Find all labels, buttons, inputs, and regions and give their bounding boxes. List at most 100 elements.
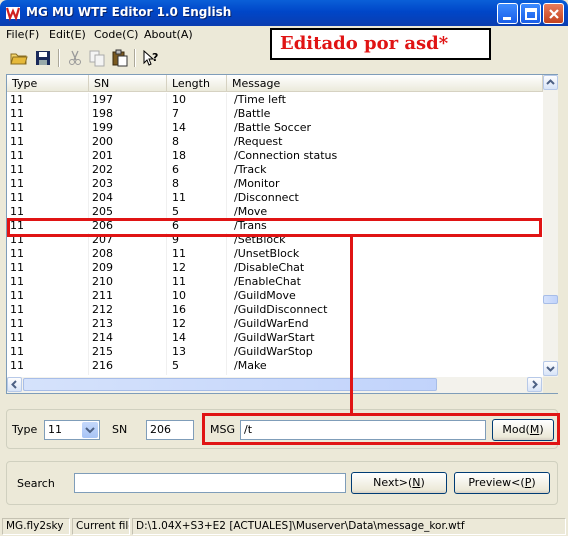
cell-type: 11: [10, 163, 24, 176]
horizontal-scroll-thumb[interactable]: [23, 378, 437, 391]
horizontal-scrollbar[interactable]: [7, 377, 543, 393]
column-type[interactable]: Type: [7, 75, 89, 92]
cell-type: 11: [10, 275, 24, 288]
scroll-up-button[interactable]: [543, 75, 558, 90]
preview-button-label: Preview<(: [468, 476, 525, 489]
table-row[interactable]: 11 215 13/GuildWarStop: [7, 345, 543, 359]
column-sn[interactable]: SN: [89, 75, 167, 92]
cell-type: 11: [10, 303, 24, 316]
cell-sn: 198: [92, 107, 113, 120]
preview-button-close: ): [531, 476, 536, 489]
menu-file[interactable]: File(F): [6, 28, 39, 41]
cell-type: 11: [10, 149, 24, 162]
table-row[interactable]: 11 210 11/EnableChat: [7, 275, 543, 289]
cell-type: 11: [10, 261, 24, 274]
next-button[interactable]: Next>(N): [351, 472, 447, 494]
search-label: Search: [17, 477, 55, 490]
title-bar[interactable]: MG MU WTF Editor 1.0 English: [0, 0, 568, 26]
table-row[interactable]: 11 200 8/Request: [7, 135, 543, 149]
table-row[interactable]: 11 211 10/GuildMove: [7, 289, 543, 303]
cell-message: /DisableChat: [234, 261, 305, 274]
chevron-right-icon: [532, 380, 538, 389]
cell-message: /GuildDisconnect: [234, 303, 328, 316]
menu-edit[interactable]: Edit(E): [49, 28, 86, 41]
type-select[interactable]: 11: [44, 420, 100, 440]
cell-sn: 214: [92, 331, 113, 344]
copy-icon[interactable]: [88, 49, 106, 67]
sn-field[interactable]: 206: [146, 420, 194, 440]
type-dropdown-button[interactable]: [82, 422, 98, 438]
edited-banner: Editado por asd*: [270, 28, 491, 60]
table-row[interactable]: 11 214 14/GuildWarStart: [7, 331, 543, 345]
search-input[interactable]: [74, 473, 346, 493]
cell-type: 11: [10, 345, 24, 358]
cell-length: 12: [172, 317, 186, 330]
table-row[interactable]: 11 204 11/Disconnect: [7, 191, 543, 205]
cell-type: 11: [10, 135, 24, 148]
table-row[interactable]: 11 197 10/Time left: [7, 93, 543, 107]
open-folder-icon[interactable]: [10, 49, 28, 67]
table-row[interactable]: 11 198 7/Battle: [7, 107, 543, 121]
cell-length: 6: [172, 163, 179, 176]
menu-about[interactable]: About(A): [144, 28, 193, 41]
cell-length: 10: [172, 93, 186, 106]
cell-length: 11: [172, 191, 186, 204]
cell-message: /Request: [234, 135, 283, 148]
cell-sn: 216: [92, 359, 113, 372]
close-button[interactable]: [543, 3, 564, 24]
table-row[interactable]: 11 203 8/Monitor: [7, 177, 543, 191]
cell-message: /EnableChat: [234, 275, 301, 288]
cell-type: 11: [10, 93, 24, 106]
table-row[interactable]: 11 208 11/UnsetBlock: [7, 247, 543, 261]
cell-length: 13: [172, 345, 186, 358]
highlight-msg-edit: [202, 413, 560, 445]
table-row[interactable]: 11 199 14/Battle Soccer: [7, 121, 543, 135]
cell-message: /GuildWarStop: [234, 345, 313, 358]
maximize-button[interactable]: [520, 3, 541, 24]
minimize-button[interactable]: [497, 3, 518, 24]
type-label: Type: [12, 423, 38, 436]
table-row[interactable]: 11 205 5/Move: [7, 205, 543, 219]
cell-message: /Disconnect: [234, 191, 299, 204]
table-row[interactable]: 11 216 5/Make: [7, 359, 543, 373]
cell-sn: 211: [92, 289, 113, 302]
cell-sn: 197: [92, 93, 113, 106]
cut-icon[interactable]: [66, 49, 84, 67]
next-button-label: Next>(: [373, 476, 413, 489]
cell-message: /GuildMove: [234, 289, 296, 302]
help-icon[interactable]: ?: [142, 49, 160, 67]
cell-length: 5: [172, 359, 179, 372]
save-icon[interactable]: [34, 49, 52, 67]
table-row[interactable]: 11 212 16/GuildDisconnect: [7, 303, 543, 317]
cell-sn: 205: [92, 205, 113, 218]
cell-length: 10: [172, 289, 186, 302]
scroll-down-button[interactable]: [543, 361, 558, 376]
cell-sn: 201: [92, 149, 113, 162]
menu-code[interactable]: Code(C): [94, 28, 138, 41]
cell-sn: 212: [92, 303, 113, 316]
cell-message: /Make: [234, 359, 267, 372]
scroll-left-button[interactable]: [7, 377, 22, 392]
cell-length: 14: [172, 121, 186, 134]
cell-sn: 213: [92, 317, 113, 330]
table-row[interactable]: 11 213 12/GuildWarEnd: [7, 317, 543, 331]
table-row[interactable]: 11 209 12/DisableChat: [7, 261, 543, 275]
chevron-down-icon: [546, 366, 555, 372]
cell-length: 11: [172, 275, 186, 288]
annotation-connector: [350, 236, 353, 414]
column-length[interactable]: Length: [167, 75, 227, 92]
column-message[interactable]: Message: [227, 75, 543, 92]
preview-button[interactable]: Preview<(P): [454, 472, 550, 494]
app-icon: [5, 7, 21, 21]
cell-length: 8: [172, 177, 179, 190]
table-row[interactable]: 11 202 6/Track: [7, 163, 543, 177]
vertical-scrollbar[interactable]: [543, 75, 558, 377]
cell-type: 11: [10, 121, 24, 134]
table-row[interactable]: 11 201 18/Connection status: [7, 149, 543, 163]
list-header: Type SN Length Message: [7, 75, 543, 92]
paste-icon[interactable]: [111, 49, 129, 67]
scroll-right-button[interactable]: [527, 377, 542, 392]
vertical-scroll-thumb[interactable]: [543, 295, 558, 304]
status-user: MG.fly2sky: [2, 518, 70, 535]
chevron-down-icon: [85, 427, 95, 434]
